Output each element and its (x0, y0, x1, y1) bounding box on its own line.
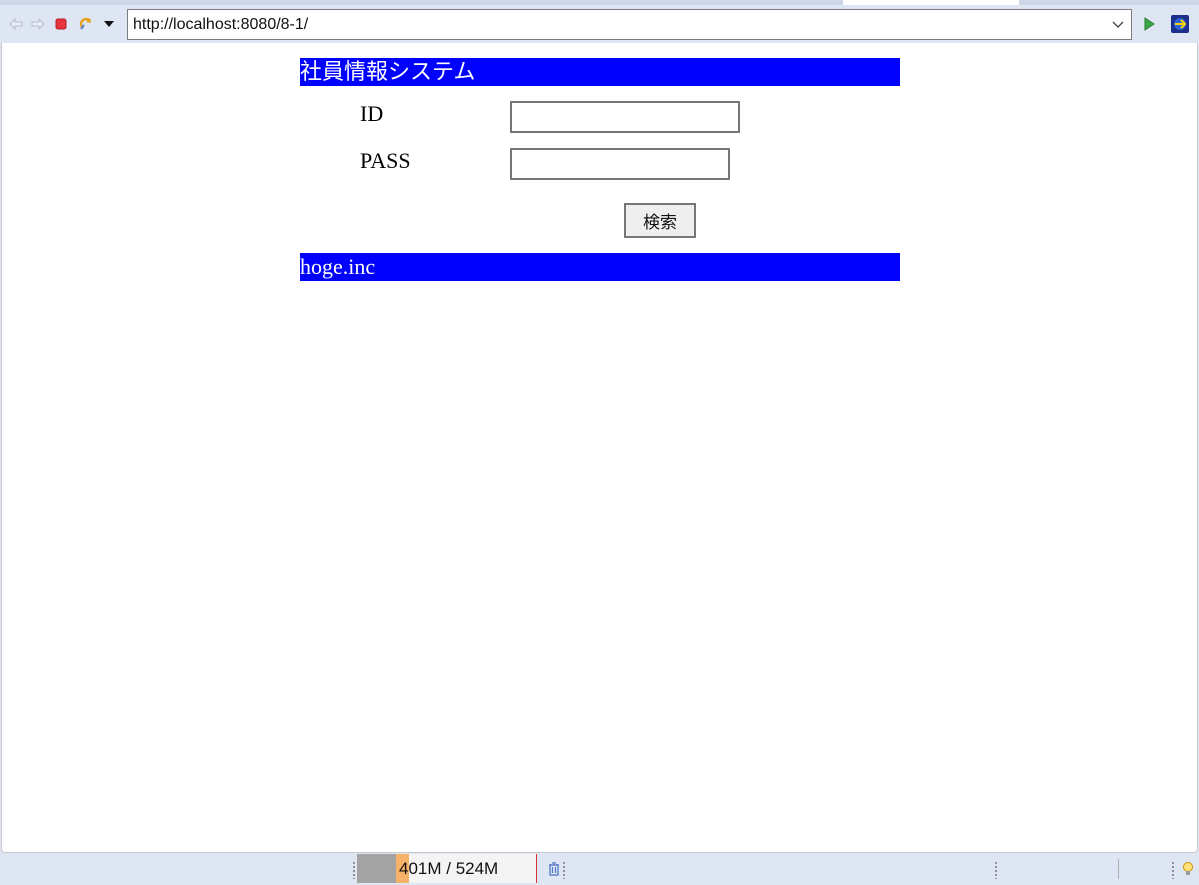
go-icon[interactable] (1141, 16, 1157, 32)
status-grip[interactable] (353, 861, 355, 879)
browser-content: 社員情報システム ID PASS 検索 hoge.inc (1, 43, 1198, 853)
status-grip[interactable] (1172, 861, 1174, 879)
pass-label: PASS (360, 148, 411, 173)
heap-status[interactable]: 401M / 524M (357, 854, 537, 883)
back-arrow-icon[interactable] (8, 16, 24, 32)
heap-usage-text: 401M / 524M (399, 859, 499, 878)
status-separator (1118, 859, 1119, 879)
password-field[interactable] (510, 148, 730, 180)
id-field[interactable] (510, 101, 740, 133)
trash-icon[interactable] (546, 861, 562, 877)
heap-used-fill (357, 854, 396, 883)
forward-arrow-icon[interactable] (30, 16, 46, 32)
ide-browser-window: http://localhost:8080/8-1/ 社員情報システム ID P… (0, 0, 1199, 885)
chevron-down-icon[interactable] (1111, 17, 1125, 31)
refresh-icon[interactable] (78, 16, 94, 32)
id-label: ID (360, 101, 384, 126)
search-button[interactable]: 検索 (624, 203, 696, 238)
status-grip[interactable] (995, 861, 997, 879)
open-external-browser-icon[interactable] (1170, 14, 1190, 34)
footer-company: hoge.inc (300, 253, 900, 281)
url-text[interactable]: http://localhost:8080/8-1/ (133, 16, 308, 34)
browser-toolbar: http://localhost:8080/8-1/ (0, 5, 1199, 43)
url-bar[interactable]: http://localhost:8080/8-1/ (127, 9, 1132, 40)
page-title: 社員情報システム (300, 58, 900, 86)
stop-icon[interactable] (53, 16, 69, 32)
status-bar: 401M / 524M (0, 853, 1199, 885)
heap-max-marker (536, 854, 537, 883)
lightbulb-icon[interactable] (1180, 861, 1196, 877)
dropdown-menu-icon[interactable] (101, 16, 117, 32)
status-grip[interactable] (563, 861, 565, 879)
